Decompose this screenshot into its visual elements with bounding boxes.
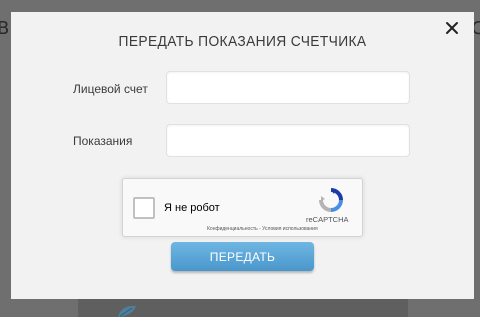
recaptcha-brand-text: reCAPTCHA xyxy=(306,215,349,224)
recaptcha-privacy-terms-links[interactable]: Конфиденциальность - Условия использован… xyxy=(207,226,318,232)
background-leaf-icon xyxy=(118,305,136,317)
submit-button[interactable]: ПЕРЕДАТЬ xyxy=(171,242,314,271)
recaptcha-widget: Я не робот reCAPTCHA Конфиденциальность … xyxy=(122,178,363,237)
recaptcha-logo-icon xyxy=(319,188,343,212)
dialog-title: ПЕРЕДАТЬ ПОКАЗАНИЯ СЧЕТЧИКА xyxy=(118,33,367,50)
meter-reading-label: Показания xyxy=(73,134,133,148)
meter-reading-dialog: ПЕРЕДАТЬ ПОКАЗАНИЯ СЧЕТЧИКА Лицевой счет… xyxy=(11,12,474,299)
account-number-label: Лицевой счет xyxy=(73,82,148,96)
background-text-fragment-left: В xyxy=(0,18,10,39)
account-number-input[interactable] xyxy=(166,71,410,104)
meter-reading-input[interactable] xyxy=(166,124,410,157)
recaptcha-label: Я не робот xyxy=(164,202,220,214)
recaptcha-checkbox[interactable] xyxy=(133,197,155,219)
